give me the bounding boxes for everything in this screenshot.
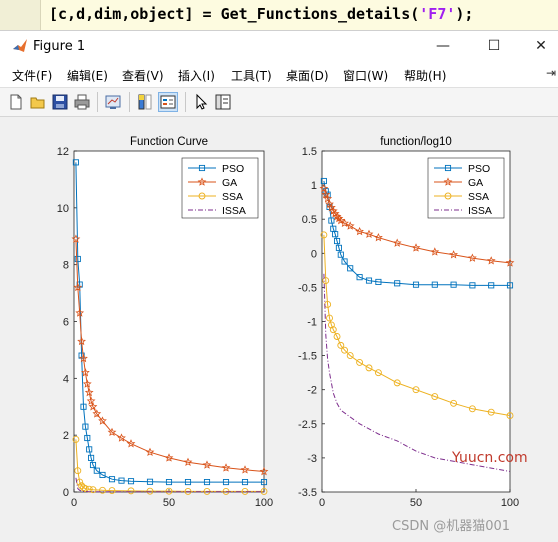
insert-colorbar-icon[interactable] [136,93,154,111]
y-tick-label: 4 [63,373,69,385]
menu-view[interactable]: 查看(V) [122,67,164,84]
toolbar-separator [185,92,186,112]
y-tick-label: 0.5 [302,214,317,226]
y-tick-label: -0.5 [298,282,317,294]
property-editor-icon[interactable] [214,93,232,111]
y-tick-label: 6 [63,317,69,329]
code-string-literal: 'F7' [419,5,456,23]
menu-help[interactable]: 帮助(H) [404,67,446,84]
open-file-icon[interactable] [29,93,47,111]
y-tick-label: 2 [63,430,69,442]
y-tick-label: 8 [63,260,69,272]
y-tick-label: 0 [63,487,69,499]
code-suffix: ); [455,5,474,23]
y-tick-label: -2.5 [298,419,317,431]
save-icon[interactable] [51,93,69,111]
y-tick-label: -3 [307,453,317,465]
legend-label-ssa: SSA [222,191,243,203]
menu-bar: 文件(F) 编辑(E) 查看(V) 插入(I) 工具(T) 桌面(D) 窗口(W… [0,62,558,86]
x-tick-label: 0 [71,497,77,509]
toolbar-separator [129,92,130,112]
new-figure-icon[interactable] [7,93,25,111]
window-title: Figure 1 [33,39,86,54]
legend-label-issa: ISSA [468,205,492,217]
x-tick-label: 50 [410,497,422,509]
x-tick-label: 0 [319,497,325,509]
plots-svg: Function Curve0 50 100024681012PSOGASSAISS… [57,136,519,509]
menu-insert[interactable]: 插入(I) [178,67,215,84]
y-tick-label: -1.5 [298,351,317,363]
figure-canvas: Function Curve 0 50 100 0 2 4 6 8 10 12 PSO GA SSA ISS… [0,117,558,542]
watermark-yuucn: Yuucn.com [452,450,528,466]
minimize-button[interactable]: — [420,31,466,61]
legend-box-left [181,157,259,219]
legend-label-issa: ISSA [222,205,246,217]
editor-code-text[interactable]: [c,d,dim,object] = Get_Functions_details… [49,5,473,23]
maximize-button[interactable]: ☐ [471,31,517,61]
menu-file[interactable]: 文件(F) [12,67,52,84]
menu-tools[interactable]: 工具(T) [231,67,272,84]
pointer-icon[interactable] [192,93,210,111]
legend-label-ssa: SSA [468,191,489,203]
y-tick-label: 10 [57,203,69,215]
legend-label-ga: GA [468,177,483,189]
print-icon[interactable] [73,93,91,111]
y-tick-label: 12 [57,146,69,158]
plot-title-left: Function Curve [130,136,208,148]
x-tick-label: 100 [255,497,273,509]
menu-edit[interactable]: 编辑(E) [67,67,108,84]
legend-label-ga: GA [222,177,237,189]
x-tick-label: 50 [163,497,175,509]
title-bar[interactable]: Figure 1 — ☐ ✕ [0,31,558,61]
watermark-csdn: CSDN @机器猫001 [392,519,511,534]
y-tick-label: 1.5 [302,146,317,158]
legend-label-pso: PSO [222,163,244,175]
figure-toolbar [0,87,558,117]
code-editor-line[interactable]: [c,d,dim,object] = Get_Functions_details… [0,0,558,31]
y-tick-label: -2 [307,385,317,397]
matlab-logo-icon [13,39,27,52]
legend-label-pso: PSO [468,163,490,175]
close-button[interactable]: ✕ [518,31,558,61]
toolbar-separator [97,92,98,112]
editor-gutter [0,0,41,30]
y-tick-label: 0 [311,248,317,260]
legend-box-right [427,157,505,219]
y-tick-label: 1 [311,180,317,192]
menu-desktop[interactable]: 桌面(D) [286,67,329,84]
link-plot-icon[interactable] [104,93,122,111]
menu-overflow-icon[interactable]: ⇥ [546,66,556,80]
menu-window[interactable]: 窗口(W) [343,67,388,84]
y-tick-label: -1 [307,317,317,329]
plot-title-right: function/log10 [380,136,452,148]
insert-legend-icon[interactable] [158,92,178,112]
code-prefix: [c,d,dim,object] = Get_Functions_details… [49,5,420,23]
y-tick-label: -3.5 [298,487,317,499]
x-tick-label: 100 [501,497,519,509]
